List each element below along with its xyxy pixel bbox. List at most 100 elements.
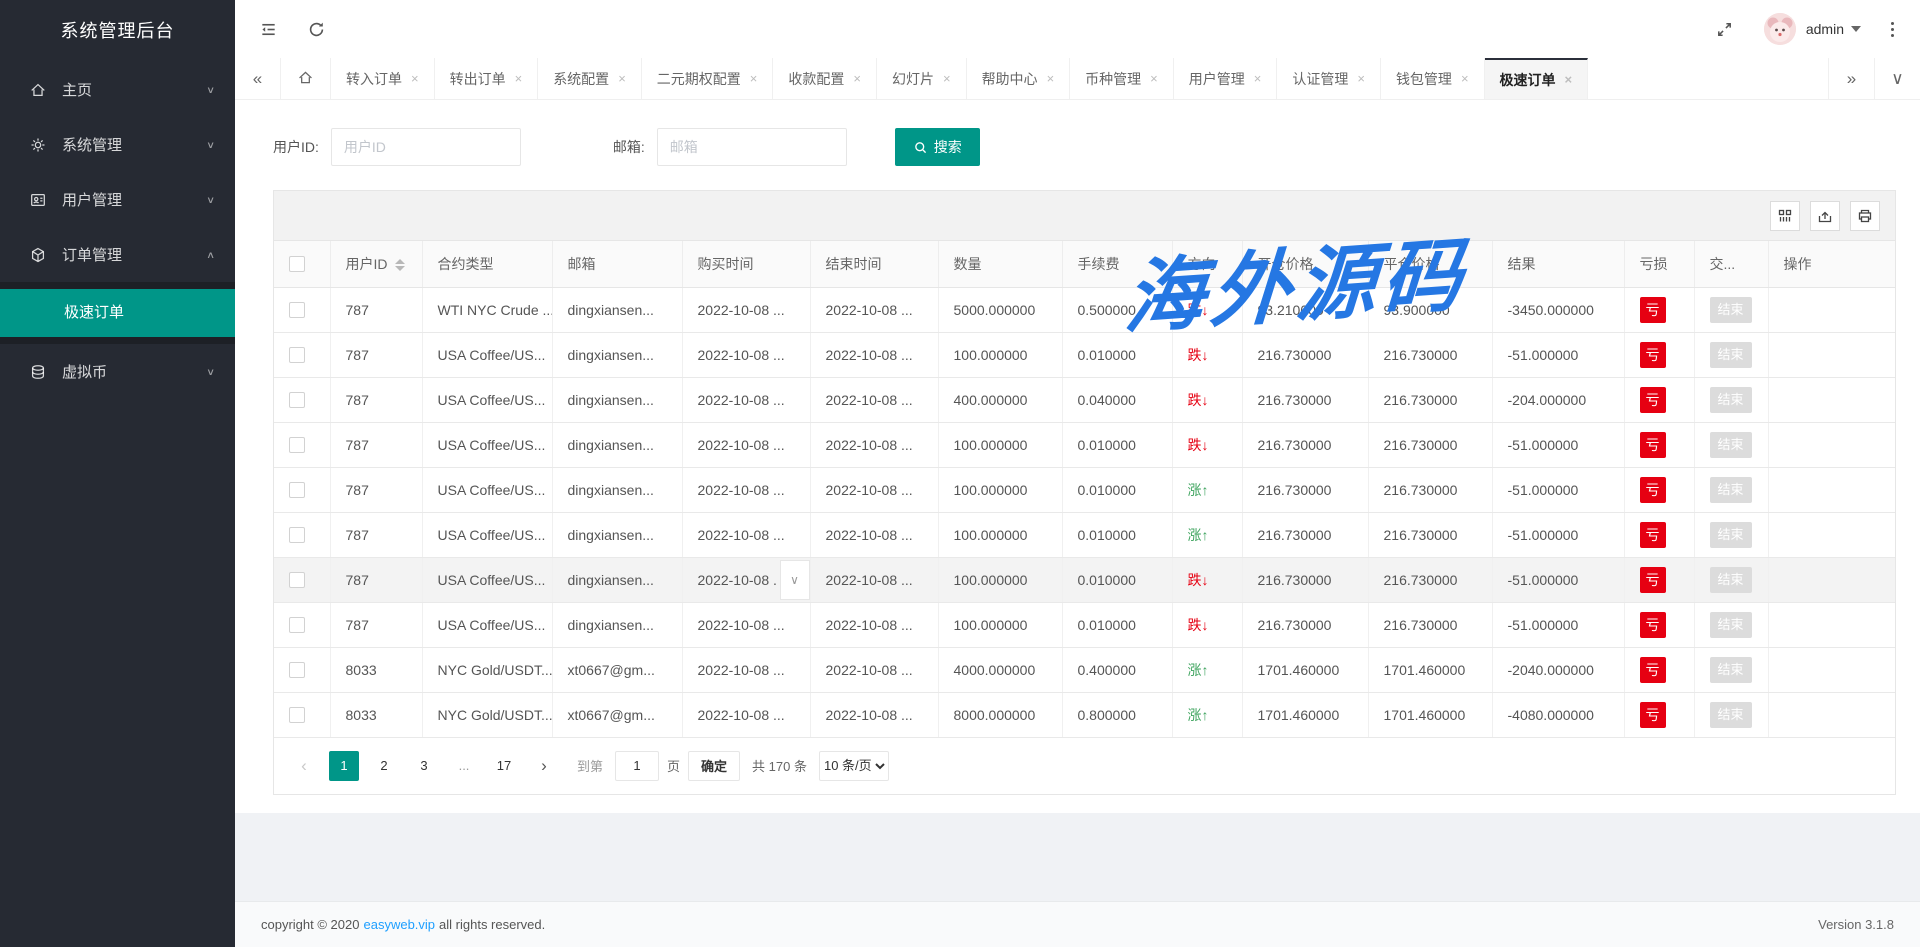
tab-9[interactable]: 用户管理× bbox=[1174, 58, 1278, 99]
row-checkbox[interactable] bbox=[289, 617, 305, 633]
loss-badge: 亏 bbox=[1640, 657, 1666, 683]
goto-page-input[interactable] bbox=[615, 751, 659, 781]
tab-home[interactable] bbox=[281, 58, 331, 99]
cell-email: dingxiansen... bbox=[552, 602, 682, 647]
tab-11[interactable]: 钱包管理× bbox=[1381, 58, 1485, 99]
end-status-button[interactable]: 结束 bbox=[1710, 297, 1752, 323]
close-icon[interactable]: × bbox=[1047, 71, 1055, 86]
cell-text: 2022-10-08 ... bbox=[698, 482, 785, 498]
row-checkbox[interactable] bbox=[289, 392, 305, 408]
close-icon[interactable]: × bbox=[1565, 72, 1573, 87]
tab-2[interactable]: 转出订单× bbox=[435, 58, 539, 99]
sidebar-item-system[interactable]: 系统管理∨ bbox=[0, 117, 235, 172]
sort-icon[interactable] bbox=[395, 259, 405, 271]
tab-3[interactable]: 系统配置× bbox=[538, 58, 642, 99]
cell-open_price: 216.730000 bbox=[1242, 557, 1368, 602]
table-header-row: 用户ID合约类型邮箱购买时间结束时间数量手续费方向开仓价格平仓价格结果亏损交..… bbox=[274, 241, 1895, 287]
page-button-3[interactable]: 3 bbox=[409, 751, 439, 781]
column-header-user_id[interactable]: 用户ID bbox=[330, 241, 422, 287]
tab-10[interactable]: 认证管理× bbox=[1277, 58, 1381, 99]
close-icon[interactable]: × bbox=[1254, 71, 1262, 86]
end-status-button[interactable]: 结束 bbox=[1710, 612, 1752, 638]
cell-text: NYC Gold/USDT... bbox=[438, 707, 553, 723]
row-checkbox[interactable] bbox=[289, 527, 305, 543]
cell-fee: 0.010000 bbox=[1062, 332, 1172, 377]
sidebar-item-orders[interactable]: 订单管理∧ bbox=[0, 227, 235, 282]
cell-trade: 结束 bbox=[1694, 422, 1768, 467]
row-checkbox[interactable] bbox=[289, 572, 305, 588]
end-status-button[interactable]: 结束 bbox=[1710, 342, 1752, 368]
end-status-button[interactable]: 结束 bbox=[1710, 477, 1752, 503]
row-checkbox[interactable] bbox=[289, 482, 305, 498]
row-checkbox[interactable] bbox=[289, 347, 305, 363]
page-button-17[interactable]: 17 bbox=[489, 751, 519, 781]
end-status-button[interactable]: 结束 bbox=[1710, 567, 1752, 593]
row-checkbox[interactable] bbox=[289, 707, 305, 723]
filter-columns-button[interactable] bbox=[1770, 201, 1800, 231]
direction-value: 涨↑ bbox=[1188, 527, 1209, 543]
page-button-2[interactable]: 2 bbox=[369, 751, 399, 781]
tab-12[interactable]: 极速订单× bbox=[1485, 58, 1589, 99]
close-icon[interactable]: × bbox=[1357, 71, 1365, 86]
column-header-check[interactable] bbox=[274, 241, 330, 287]
print-button[interactable] bbox=[1850, 201, 1880, 231]
end-status-button[interactable]: 结束 bbox=[1710, 387, 1752, 413]
sidebar-subitem-fast-orders[interactable]: 极速订单 bbox=[0, 289, 235, 337]
row-checkbox[interactable] bbox=[289, 662, 305, 678]
close-icon[interactable]: × bbox=[1461, 71, 1469, 86]
export-button[interactable] bbox=[1810, 201, 1840, 231]
close-icon[interactable]: × bbox=[515, 71, 523, 86]
sidebar-item-home[interactable]: 主页∨ bbox=[0, 62, 235, 117]
more-vert-icon[interactable] bbox=[1887, 18, 1898, 41]
avatar[interactable] bbox=[1764, 13, 1796, 45]
end-status-button[interactable]: 结束 bbox=[1710, 702, 1752, 728]
tabs-scroll-left[interactable]: « bbox=[235, 58, 281, 99]
table-row: 787USA Coffee/US...dingxiansen...2022-10… bbox=[274, 467, 1895, 512]
close-icon[interactable]: × bbox=[750, 71, 758, 86]
row-checkbox[interactable] bbox=[289, 437, 305, 453]
sidebar-item-coins[interactable]: 虚拟币∨ bbox=[0, 344, 235, 399]
user-id-input[interactable] bbox=[331, 128, 521, 166]
end-status-button[interactable]: 结束 bbox=[1710, 522, 1752, 548]
username[interactable]: admin bbox=[1806, 21, 1844, 37]
cell-direction: 跌↓ bbox=[1172, 287, 1242, 332]
tab-1[interactable]: 转入订单× bbox=[331, 58, 435, 99]
tab-6[interactable]: 幻灯片× bbox=[877, 58, 967, 99]
tabs-dropdown-icon[interactable]: ∨ bbox=[1874, 58, 1920, 99]
search-button[interactable]: 搜索 bbox=[895, 128, 980, 166]
close-icon[interactable]: × bbox=[853, 71, 861, 86]
cell-trade: 结束 bbox=[1694, 467, 1768, 512]
page-button-1[interactable]: 1 bbox=[329, 751, 359, 781]
row-expand-chevron-icon[interactable]: ∨ bbox=[780, 560, 810, 600]
tab-label: 二元期权配置 bbox=[657, 69, 741, 89]
tabs-scroll-right[interactable]: » bbox=[1828, 58, 1874, 99]
tab-4[interactable]: 二元期权配置 × bbox=[642, 58, 774, 99]
cell-amount: 100.000000 bbox=[938, 332, 1062, 377]
close-icon[interactable]: × bbox=[943, 71, 951, 86]
tab-8[interactable]: 币种管理× bbox=[1070, 58, 1174, 99]
end-status-button[interactable]: 结束 bbox=[1710, 657, 1752, 683]
cell-text: USA Coffee/US... bbox=[438, 527, 546, 543]
tab-7[interactable]: 帮助中心× bbox=[967, 58, 1071, 99]
select-all-checkbox[interactable] bbox=[289, 256, 305, 272]
prev-page-button[interactable]: ‹ bbox=[289, 751, 319, 781]
fullscreen-icon[interactable] bbox=[1714, 18, 1736, 40]
tab-5[interactable]: 收款配置× bbox=[773, 58, 877, 99]
cell-check bbox=[274, 647, 330, 692]
close-icon[interactable]: × bbox=[618, 71, 626, 86]
row-checkbox[interactable] bbox=[289, 302, 305, 318]
goto-confirm-button[interactable]: 确定 bbox=[688, 751, 740, 781]
close-icon[interactable]: × bbox=[1150, 71, 1158, 86]
cell-check bbox=[274, 332, 330, 377]
sidebar-item-users[interactable]: 用户管理∨ bbox=[0, 172, 235, 227]
close-icon[interactable]: × bbox=[411, 71, 419, 86]
cell-amount: 100.000000 bbox=[938, 422, 1062, 467]
collapse-menu-icon[interactable] bbox=[257, 18, 279, 40]
next-page-button[interactable]: › bbox=[529, 751, 559, 781]
end-status-button[interactable]: 结束 bbox=[1710, 432, 1752, 458]
email-input[interactable] bbox=[657, 128, 847, 166]
column-label: 操作 bbox=[1784, 256, 1812, 272]
page-size-select[interactable]: 10 条/页 bbox=[819, 751, 889, 781]
refresh-icon[interactable] bbox=[305, 18, 327, 40]
footer-link[interactable]: easyweb.vip bbox=[363, 917, 435, 932]
